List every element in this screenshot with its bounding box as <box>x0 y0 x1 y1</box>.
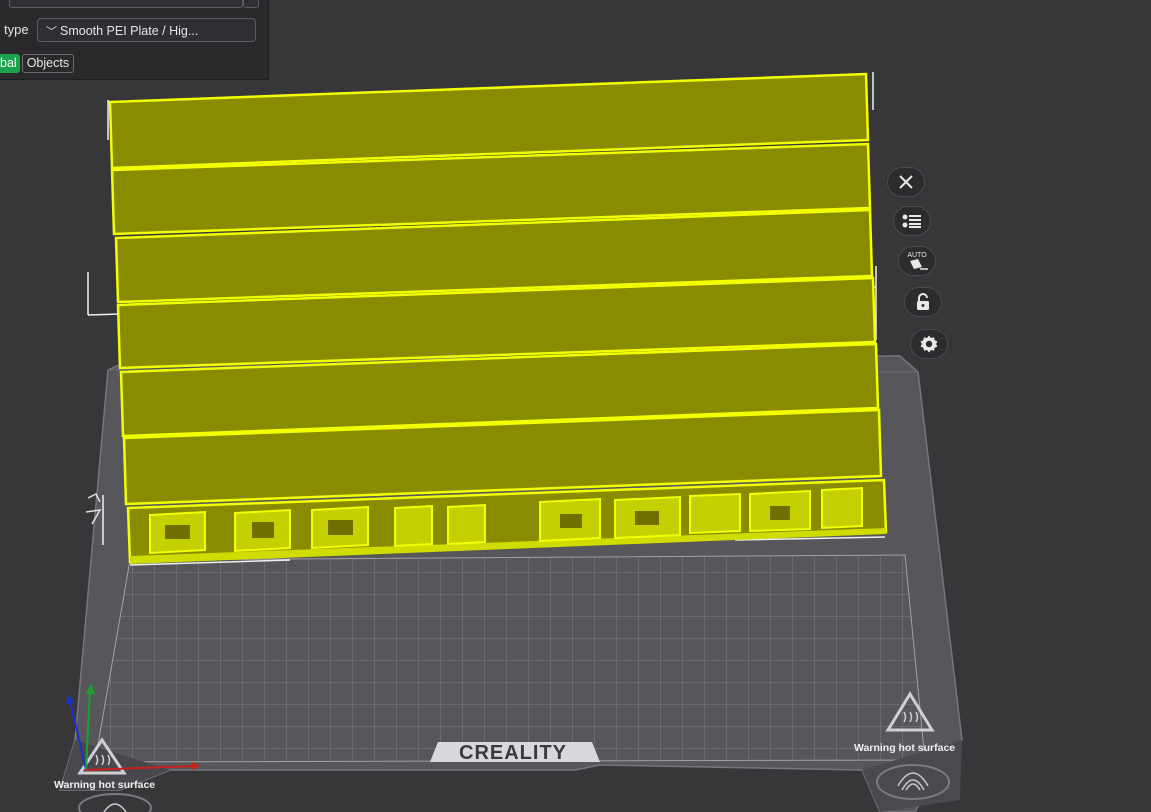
fingerprint-icon <box>78 793 152 812</box>
tab-objects[interactable]: Objects <box>21 54 75 73</box>
lock-button[interactable] <box>904 287 942 317</box>
printer-combo[interactable] <box>9 0 243 8</box>
object-list-button[interactable] <box>893 206 931 236</box>
close-icon <box>899 175 913 189</box>
auto-orient-icon: AUTO <box>907 252 928 270</box>
list-icon <box>902 214 921 228</box>
settings-tabs: bal Objects <box>0 54 75 73</box>
chevron-down-icon: ﹀ <box>46 26 57 38</box>
lock-icon <box>917 293 929 310</box>
warning-text-right: Warning hot surface <box>854 742 955 754</box>
plate-settings-panel: type ﹀ Smooth PEI Plate / Hig... bal Obje… <box>0 0 269 80</box>
auto-orient-button[interactable]: AUTO <box>898 246 936 276</box>
auto-label: AUTO <box>907 252 927 259</box>
printer-settings-button[interactable] <box>243 0 259 8</box>
settings-button[interactable] <box>910 329 948 359</box>
gear-icon <box>920 335 938 353</box>
3d-model[interactable] <box>108 72 888 564</box>
plate-type-dropdown[interactable]: ﹀ Smooth PEI Plate / Hig... <box>37 18 256 42</box>
close-button[interactable] <box>887 167 925 197</box>
tab-global[interactable]: bal <box>0 54 20 73</box>
plate-type-label: type <box>4 22 29 37</box>
warning-text-left: Warning hot surface <box>54 779 155 791</box>
bed-brand-text: CREALITY <box>459 742 567 764</box>
3d-viewport[interactable]: CREALITY Warning hot surface Warning hot… <box>0 0 1151 812</box>
plate-type-value: Smooth PEI Plate / Hig... <box>60 24 199 38</box>
